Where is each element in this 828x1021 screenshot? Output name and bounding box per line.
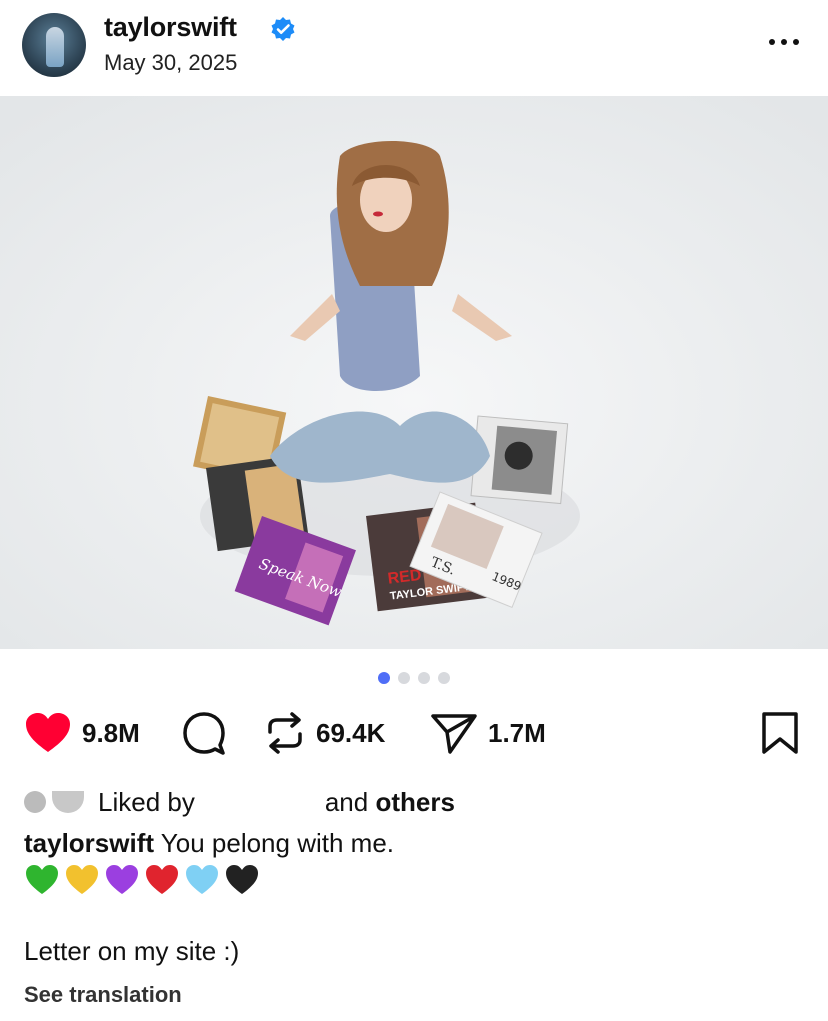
action-bar: 9.8M 69.4K 1.7M [0, 705, 828, 761]
post-date: May 30, 2025 [104, 50, 238, 75]
post-photo[interactable]: Speak Now RED TAYLOR SWIFT T.S. 1989 [0, 96, 828, 649]
carousel-indicator [0, 672, 828, 686]
green-heart-icon [26, 865, 58, 894]
comment-icon[interactable] [182, 711, 226, 755]
yellow-heart-icon [66, 865, 98, 894]
repost-count: 69.4K [316, 717, 386, 748]
liked-by-others[interactable]: others [375, 787, 454, 818]
caption-username[interactable]: taylorswift [24, 828, 154, 858]
share-icon[interactable] [430, 712, 478, 754]
like-button[interactable]: 9.8M [24, 705, 140, 761]
liked-by-suffix: and [324, 786, 369, 817]
like-count: 9.8M [82, 717, 140, 748]
caption: taylorswift You pelong with me. [24, 828, 394, 859]
carousel-dot-3[interactable] [418, 672, 430, 684]
red-heart-icon [146, 865, 178, 894]
liked-by-prefix: Liked by [98, 786, 195, 817]
black-heart-icon [226, 865, 258, 894]
share-count: 1.7M [488, 717, 546, 748]
heart-icon[interactable] [24, 712, 72, 754]
post-header: taylorswift May 30, 2025 [0, 0, 828, 96]
liked-by-row[interactable]: Liked by and others [24, 786, 455, 818]
light-blue-heart-icon [186, 865, 218, 894]
verified-badge-icon [270, 16, 296, 42]
avatar[interactable] [22, 13, 86, 77]
share-button[interactable]: 1.7M [430, 705, 546, 761]
bookmark-icon[interactable] [760, 711, 800, 755]
repost-button[interactable]: 69.4K [264, 705, 385, 761]
see-translation-link[interactable]: See translation [24, 982, 182, 1008]
purple-heart-icon [106, 865, 138, 894]
save-button[interactable] [760, 705, 800, 761]
liker-avatar-2 [52, 791, 84, 813]
username[interactable]: taylorswift [104, 12, 237, 43]
more-options-icon[interactable] [766, 30, 802, 50]
carousel-dot-4[interactable] [438, 672, 450, 684]
caption-letter-line: Letter on my site :) [24, 936, 240, 966]
carousel-dot-1[interactable] [378, 672, 390, 684]
caption-text: You pelong with me. [160, 828, 394, 858]
carousel-dot-2[interactable] [398, 672, 410, 684]
redacted-liker [194, 790, 325, 814]
comment-button[interactable] [182, 705, 226, 761]
liker-avatar-1 [24, 791, 46, 813]
repost-icon[interactable] [264, 710, 306, 756]
emoji-hearts [24, 862, 260, 898]
